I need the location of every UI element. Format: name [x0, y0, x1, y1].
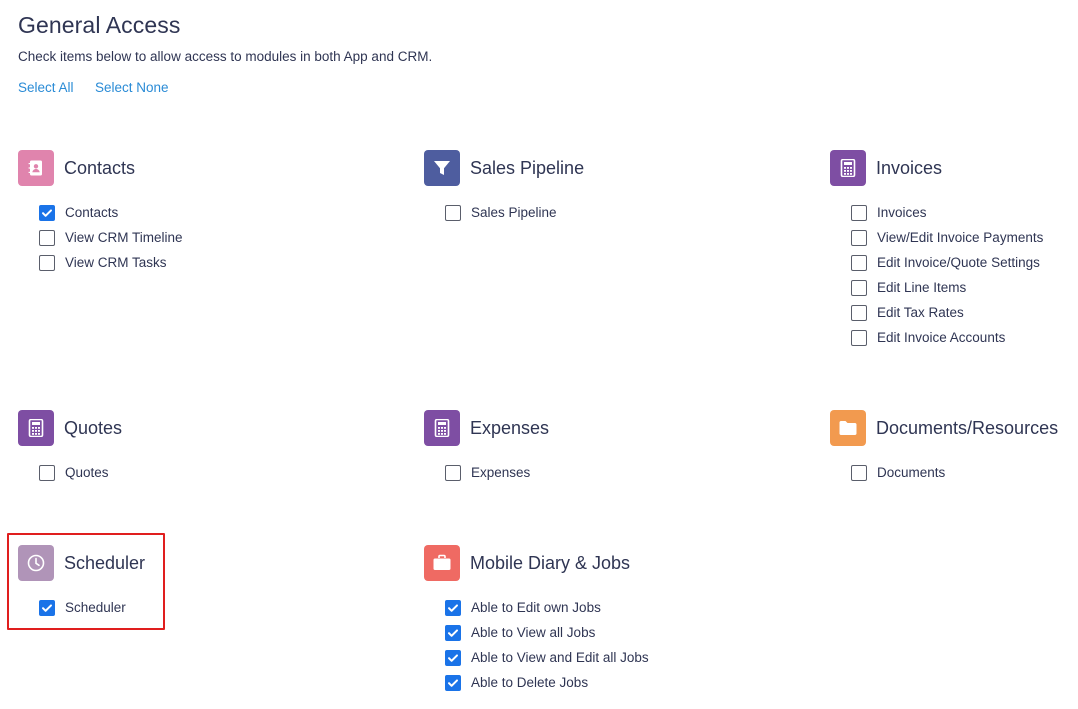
section-mobile-diary: Mobile Diary & Jobs Able to Edit own Job…	[424, 545, 649, 695]
checkbox-label: Contacts	[65, 205, 119, 220]
checkbox-label: View CRM Timeline	[65, 230, 183, 245]
checkbox-list: Contacts View CRM Timeline View CRM Tasks	[39, 200, 183, 275]
checkbox-label: Edit Line Items	[877, 280, 967, 295]
checkbox-checked[interactable]	[445, 649, 461, 666]
checkbox-unchecked[interactable]	[851, 229, 867, 246]
section-header: Documents/Resources	[830, 410, 1058, 446]
checkbox-item[interactable]: Able to View all Jobs	[445, 620, 649, 645]
checkbox-item[interactable]: Invoices	[851, 200, 1043, 225]
checkbox-item[interactable]: Documents	[851, 460, 1058, 485]
checkbox-unchecked[interactable]	[39, 254, 55, 271]
contact-card-icon	[18, 150, 54, 186]
checkbox-item[interactable]: Quotes	[39, 460, 122, 485]
section-title: Expenses	[470, 417, 550, 438]
checkbox-unchecked[interactable]	[851, 464, 867, 481]
section-header: Expenses	[424, 410, 549, 446]
checkbox-item[interactable]: View CRM Tasks	[39, 250, 183, 275]
checkbox-item[interactable]: Expenses	[445, 460, 549, 485]
section-title: Documents/Resources	[876, 417, 1059, 438]
calculator-icon	[18, 410, 54, 446]
section-documents: Documents/Resources Documents	[830, 410, 1058, 485]
calculator-icon	[830, 150, 866, 186]
checkbox-list: Sales Pipeline	[445, 200, 584, 225]
checkbox-label: View CRM Tasks	[65, 255, 167, 270]
scheduler-highlight-box	[7, 533, 165, 630]
calculator-icon	[424, 410, 460, 446]
checkbox-label: Able to Delete Jobs	[471, 675, 589, 690]
checkbox-label: Able to Edit own Jobs	[471, 600, 601, 615]
page-title: General Access	[18, 12, 181, 38]
checkbox-checked[interactable]	[445, 599, 461, 616]
checkbox-unchecked[interactable]	[39, 464, 55, 481]
checkbox-unchecked[interactable]	[851, 329, 867, 346]
checkbox-list: Invoices View/Edit Invoice Payments Edit I…	[851, 200, 1043, 350]
section-header: Mobile Diary & Jobs	[424, 545, 649, 581]
section-header: Invoices	[830, 150, 1043, 186]
page-subtitle: Check items below to allow access to mod…	[18, 49, 433, 64]
section-quotes: Quotes Quotes	[18, 410, 122, 485]
section-contacts: Contacts Contacts View CRM Timeline View C…	[18, 150, 183, 275]
checkbox-unchecked[interactable]	[851, 254, 867, 271]
section-title: Invoices	[876, 157, 943, 178]
checkbox-label: Invoices	[877, 205, 927, 220]
checkbox-label: Able to View all Jobs	[471, 625, 596, 640]
checkbox-item[interactable]: Sales Pipeline	[445, 200, 584, 225]
checkbox-label: Sales Pipeline	[471, 205, 557, 220]
checkmark-icon	[448, 628, 458, 637]
select-none-link[interactable]: Select None	[95, 80, 169, 95]
section-title: Sales Pipeline	[470, 157, 585, 178]
folder-icon	[830, 410, 866, 446]
checkmark-icon	[448, 603, 458, 612]
checkbox-label: Edit Tax Rates	[877, 305, 964, 320]
checkbox-item[interactable]: Contacts	[39, 200, 183, 225]
checkbox-label: Edit Invoice Accounts	[877, 330, 1006, 345]
checkbox-item[interactable]: Able to View and Edit all Jobs	[445, 645, 649, 670]
checkbox-unchecked[interactable]	[39, 229, 55, 246]
section-invoices: Invoices Invoices View/Edit Invoice Payme…	[830, 150, 1043, 350]
checkbox-list: Expenses	[445, 460, 549, 485]
section-header: Sales Pipeline	[424, 150, 584, 186]
checkbox-unchecked[interactable]	[851, 279, 867, 296]
checkbox-label: Edit Invoice/Quote Settings	[877, 255, 1040, 270]
checkbox-unchecked[interactable]	[851, 204, 867, 221]
checkbox-item[interactable]: Able to Delete Jobs	[445, 670, 649, 695]
checkbox-label: Able to View and Edit all Jobs	[471, 650, 649, 665]
checkbox-label: Expenses	[471, 465, 531, 480]
checkbox-label: Documents	[877, 465, 946, 480]
section-title: Contacts	[64, 157, 136, 178]
checkbox-checked[interactable]	[39, 204, 55, 221]
checkbox-item[interactable]: View/Edit Invoice Payments	[851, 225, 1043, 250]
checkbox-list: Able to Edit own Jobs Able to View all Jo…	[445, 595, 649, 695]
checkbox-item[interactable]: Edit Line Items	[851, 275, 1043, 300]
checkbox-item[interactable]: Edit Invoice/Quote Settings	[851, 250, 1043, 275]
checkbox-label: Quotes	[65, 465, 109, 480]
section-header: Quotes	[18, 410, 122, 446]
section-title: Quotes	[64, 417, 123, 438]
checkbox-item[interactable]: View CRM Timeline	[39, 225, 183, 250]
checkmark-icon	[448, 678, 458, 687]
checkbox-list: Quotes	[39, 460, 122, 485]
select-all-link[interactable]: Select All	[18, 80, 74, 95]
general-access-page: General Access Check items below to allo…	[0, 0, 1078, 709]
funnel-icon	[424, 150, 460, 186]
checkbox-unchecked[interactable]	[851, 304, 867, 321]
checkbox-label: View/Edit Invoice Payments	[877, 230, 1044, 245]
checkbox-checked[interactable]	[445, 624, 461, 641]
checkbox-item[interactable]: Edit Invoice Accounts	[851, 325, 1043, 350]
checkbox-item[interactable]: Edit Tax Rates	[851, 300, 1043, 325]
checkmark-icon	[448, 653, 458, 662]
briefcase-icon	[424, 545, 460, 581]
section-title: Mobile Diary & Jobs	[470, 552, 631, 573]
section-header: Contacts	[18, 150, 183, 186]
checkbox-unchecked[interactable]	[445, 204, 461, 221]
checkbox-unchecked[interactable]	[445, 464, 461, 481]
section-sales-pipeline: Sales Pipeline Sales Pipeline	[424, 150, 584, 225]
checkbox-list: Documents	[851, 460, 1058, 485]
section-expenses: Expenses Expenses	[424, 410, 549, 485]
checkmark-icon	[42, 208, 52, 217]
checkbox-checked[interactable]	[445, 674, 461, 691]
checkbox-item[interactable]: Able to Edit own Jobs	[445, 595, 649, 620]
